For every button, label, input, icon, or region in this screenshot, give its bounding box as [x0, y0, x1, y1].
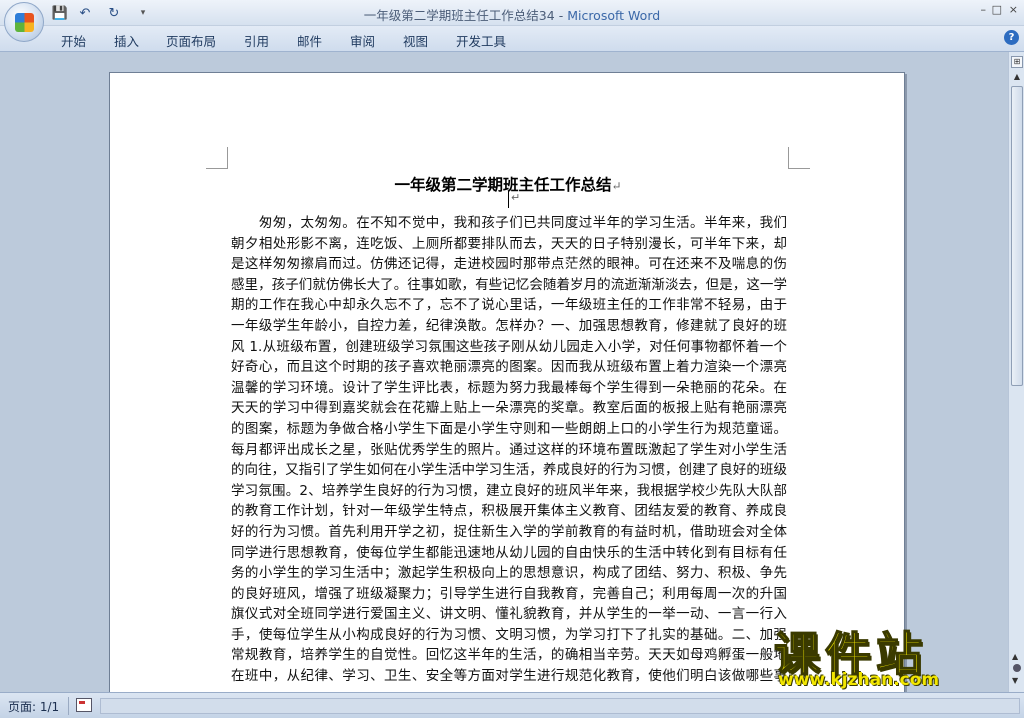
- app-name: Microsoft Word: [567, 8, 661, 23]
- status-bar: 页面: 1/1: [0, 692, 1024, 718]
- tab-home[interactable]: 开始: [61, 31, 86, 50]
- paragraph-mark: ↵: [611, 179, 622, 193]
- tab-review[interactable]: 审阅: [350, 31, 375, 50]
- text-line: 匆匆，太匆匆。在不知不觉中，我和孩子们已共同度过半年的学习生活。半年来，我们: [231, 215, 787, 231]
- text-line: 是这样匆匆擦肩而过。仿佛还记得，走进校园时那带点茫然的眼神。可在还来不及喘息的伤: [231, 256, 787, 273]
- office-button[interactable]: [4, 2, 44, 42]
- text-line: 朝夕相处形影不离，连吃饭、上厕所都要排队而去，天天的日子特别漫长，可半年下来，却: [231, 235, 787, 252]
- document-title-text: 一年级第二学期班主任工作总结: [394, 175, 612, 194]
- text-line: 天天的学习中得到嘉奖就会在花瓣上贴上一朵漂亮的奖章。教室后面的板报上贴有艳丽漂亮: [231, 400, 787, 417]
- tab-insert[interactable]: 插入: [114, 31, 139, 50]
- watermark-logo: 课件站 www.kjzhan.com: [770, 618, 1020, 694]
- tab-page-layout[interactable]: 页面布局: [166, 31, 216, 50]
- text-line: 的教育工作计划，针对一年级学生特点，积极展开集体主义教育、团结友爱的教育、养成良: [231, 503, 787, 520]
- scroll-up-arrow-icon[interactable]: ▲: [1011, 72, 1023, 84]
- text-line: 的向往，又指引了学生如何在小学生活中学习生活，养成良好的行为习惯，创建了良好的班…: [231, 462, 787, 479]
- title-separator: -: [554, 8, 568, 23]
- text-line: 一年级学生年龄小，自控力差，纪律涣散。怎样办？一、加强思想教育，修建就了良好的班: [231, 317, 787, 334]
- view-ruler-icon[interactable]: ⊞: [1011, 56, 1023, 68]
- text-line: 感里，孩子们就仿佛长大了。往事如歌，有些记忆会随着岁月的流逝渐渐淡去，但是，这一…: [231, 276, 787, 293]
- maximize-button[interactable]: □: [992, 3, 1002, 16]
- text-line: 的图案，标题为争做合格小学生下面是小学生守则和一些朗朗上口的小学生行为规范童谣。: [231, 420, 787, 437]
- page-count[interactable]: 页面: 1/1: [8, 698, 59, 715]
- text-line: 旗仪式对全班同学进行爱国主义、讲文明、懂礼貌教育，并从学生的一举一动、一言一行入: [231, 606, 787, 623]
- ribbon-tabs: 开始 插入 页面布局 引用 邮件 审阅 视图 开发工具 ?: [0, 26, 1024, 52]
- tab-developer[interactable]: 开发工具: [456, 31, 506, 50]
- status-divider: [68, 697, 69, 715]
- close-button[interactable]: ×: [1009, 3, 1018, 16]
- help-icon[interactable]: ?: [1004, 30, 1019, 45]
- text-line: 好奇心，而且这个时期的孩子喜欢艳丽漂亮的图案。因而我从班级布置上着力渲染一个漂亮: [231, 359, 787, 376]
- scroll-thumb[interactable]: [1011, 86, 1023, 386]
- vertical-scrollbar[interactable]: ⊞ ▲ ▲ ▼: [1008, 52, 1024, 692]
- text-line: 务的小学生的学习生活中；激起学生积极向上的思想意识，构成了团结、努力、积极、争先: [231, 565, 787, 582]
- text-line: 每月都评出成长之星，张贴优秀学生的照片。通过这样的环境布置既激起了学生对小学生活: [231, 441, 787, 458]
- title-bar: 💾 ↶ ↻ ▾ 一年级第二学期班主任工作总结34 - Microsoft Wor…: [0, 0, 1024, 26]
- watermark-url: www.kjzhan.com: [778, 670, 940, 690]
- document-page[interactable]: 一年级第二学期班主任工作总结↵ ↵ 匆匆，太匆匆。在不知不觉中，我和孩子们已共同…: [109, 72, 905, 712]
- text-line: 手，使每位学生从小构成良好的行为习惯、文明习惯，为学习打下了扎实的基础。二、加强: [231, 626, 787, 643]
- office-logo-icon: [15, 13, 34, 32]
- text-line: 同学进行思想教育，使每位学生都能迅速地从幼儿园的自由快乐的生活中转化到有目标有任: [231, 544, 787, 561]
- text-line: 期的工作在我心中却永久忘不了，忘不了说心里话，一年级班主任的工作非常不轻易，由于: [231, 297, 787, 314]
- document-body[interactable]: 匆匆，太匆匆。在不知不觉中，我和孩子们已共同度过半年的学习生活。半年来，我们 朝…: [231, 213, 787, 687]
- crop-mark-top-left: [206, 147, 228, 169]
- tab-references[interactable]: 引用: [244, 31, 269, 50]
- text-line: 温馨的学习环境。设计了学生评比表，标题为努力我最棒每个学生得到一朵艳丽的花朵。在: [231, 379, 787, 396]
- crop-mark-top-right: [788, 147, 810, 169]
- text-line: 学习氛围。2、培养学生良好的行为习惯，建立良好的班风半年来，我根据学校少先队大队…: [231, 482, 787, 499]
- text-line: 常规教育，培养学生的自觉性。回忆这半年的生活，的确相当辛劳。天天如母鸡孵蛋一般地: [231, 647, 787, 664]
- minimize-button[interactable]: –: [981, 3, 987, 16]
- text-line: 的良好班风，增强了班级凝聚力；引导学生进行自我教育，完善自己；利用每周一次的升国: [231, 585, 787, 602]
- window-title: 一年级第二学期班主任工作总结34 - Microsoft Word: [0, 5, 1024, 24]
- horizontal-scrollbar[interactable]: [100, 698, 1020, 714]
- text-line: 风 1.从班级布置，创建班级学习氛围这些孩子刚从幼儿园走入小学，对任何事物都怀着…: [231, 338, 787, 355]
- proofing-icon[interactable]: [76, 698, 92, 712]
- document-name: 一年级第二学期班主任工作总结34: [363, 8, 555, 23]
- tab-mailings[interactable]: 邮件: [297, 31, 322, 50]
- text-line: 好的行为习惯。首先利用开学之初，捉住新生入学的学前教育的有益时机，借助班会对全体: [231, 523, 787, 540]
- text-cursor: [508, 191, 509, 208]
- text-line: 在班中，从纪律、学习、卫生、安全等方面对学生进行规范化教育，使他们明白该做哪些事: [231, 668, 787, 685]
- document-workspace: 一年级第二学期班主任工作总结↵ ↵ 匆匆，太匆匆。在不知不觉中，我和孩子们已共同…: [0, 52, 1008, 712]
- tab-view[interactable]: 视图: [403, 31, 428, 50]
- paragraph-mark: ↵: [511, 191, 521, 204]
